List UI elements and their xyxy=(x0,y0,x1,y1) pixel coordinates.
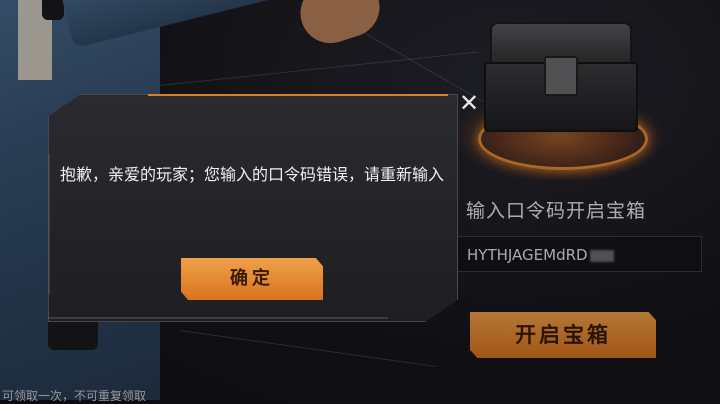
close-icon[interactable]: ✕ xyxy=(457,91,481,116)
dialog-message: 抱歉，亲爱的玩家；您输入的口令码错误，请重新输入 xyxy=(59,165,444,184)
confirm-button[interactable]: 确定 xyxy=(181,258,323,300)
